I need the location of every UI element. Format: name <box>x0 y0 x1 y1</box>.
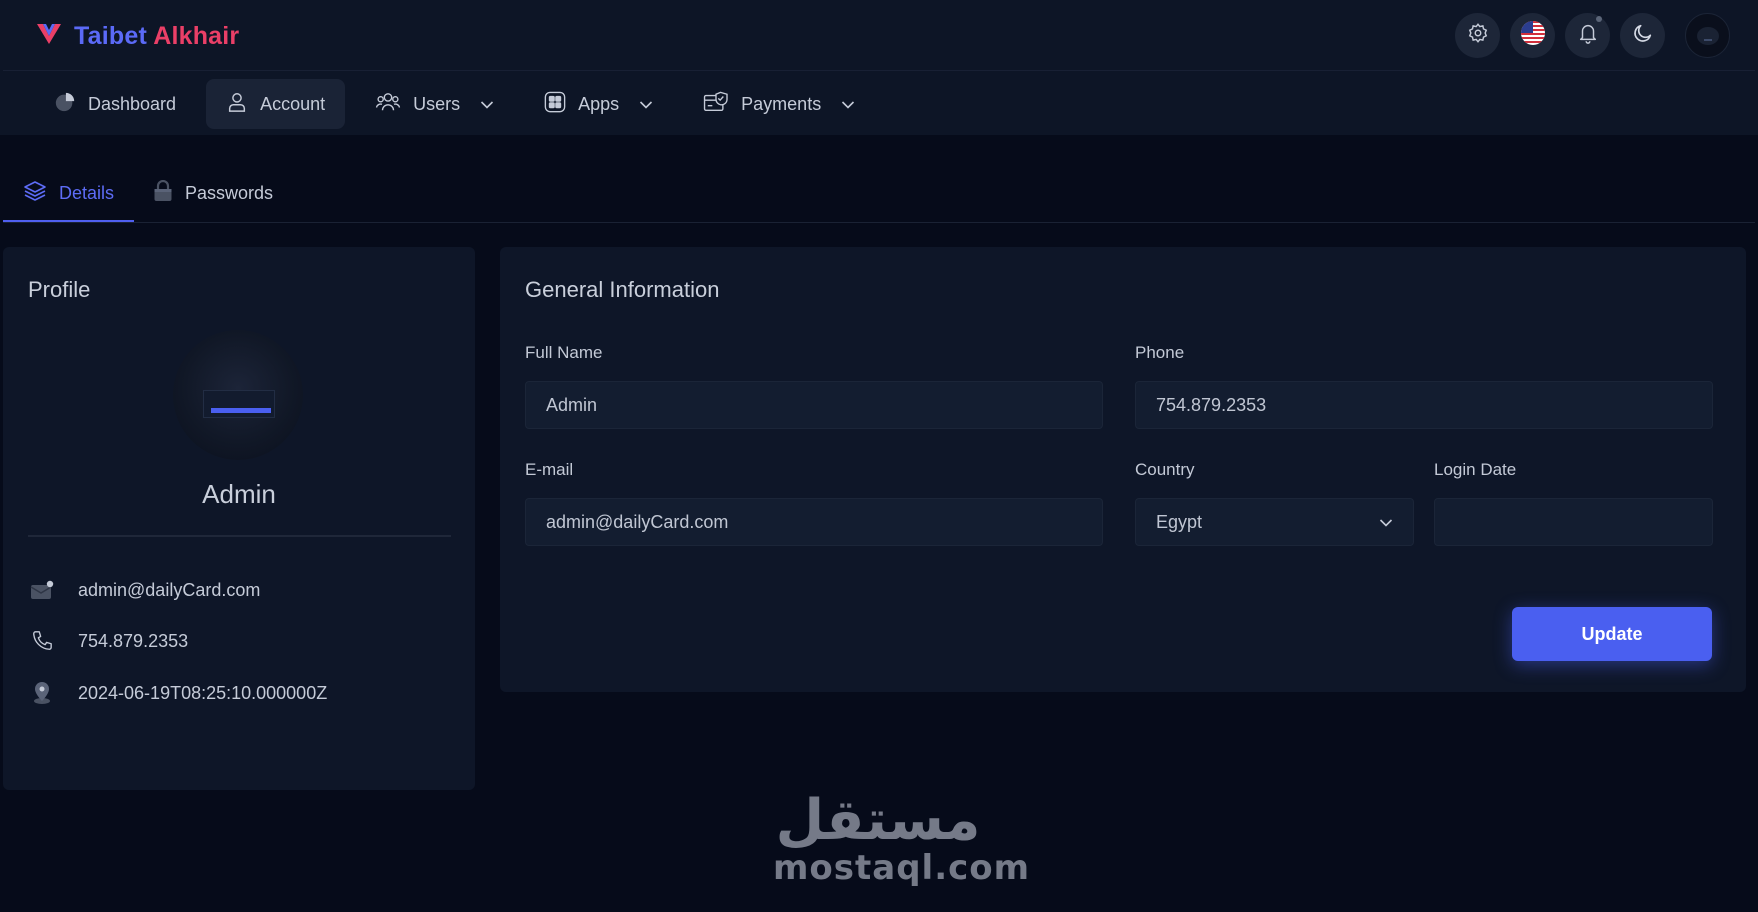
us-flag-icon <box>1520 20 1546 51</box>
nav-label: Users <box>413 93 461 114</box>
profile-card: Profile Admin admin@dailyCard.com 754.87… <box>3 247 475 790</box>
top-navbar: Taibet Alkhair Dashboard Account Users A… <box>0 0 1758 135</box>
lock-icon <box>153 179 173 207</box>
nav-label: Account <box>260 93 326 114</box>
layers-icon <box>23 180 47 207</box>
pie-chart-icon <box>54 91 76 118</box>
language-button[interactable] <box>1510 13 1555 58</box>
active-tab-indicator <box>3 220 134 222</box>
payment-check-icon <box>703 91 729 118</box>
nav-label: Dashboard <box>88 93 177 114</box>
phone-value: 754.879.2353 <box>1156 394 1267 415</box>
nav-item-dashboard[interactable]: Dashboard <box>34 79 196 129</box>
brand-name: Taibet Alkhair <box>74 22 239 51</box>
profile-card-title: Profile <box>28 277 91 302</box>
country-label: Country <box>1135 460 1195 479</box>
watermark-latin: mostaql.com <box>773 848 1031 888</box>
chevron-down-icon <box>480 94 494 115</box>
location-pin-icon <box>28 681 56 705</box>
country-select[interactable]: Egypt <box>1135 498 1414 546</box>
moon-icon <box>1632 22 1654 49</box>
full-name-label: Full Name <box>525 343 603 362</box>
full-name-input[interactable]: Admin <box>525 381 1103 429</box>
users-icon <box>375 91 401 118</box>
login-date-label: Login Date <box>1434 460 1517 479</box>
brand-name-part2: Alkhair <box>153 21 240 50</box>
gear-icon <box>1467 22 1489 49</box>
nav-label: Apps <box>578 93 620 114</box>
grid-icon <box>544 91 566 118</box>
brand-name-part1: Taibet <box>74 21 147 50</box>
profile-phone-row: 754.879.2353 <box>28 630 188 652</box>
nav-item-users[interactable]: Users <box>355 79 514 129</box>
full-name-value: Admin <box>546 394 598 415</box>
email-input[interactable]: admin@dailyCard.com <box>525 498 1103 546</box>
email-label: E-mail <box>525 460 574 479</box>
avatar-image-bar <box>211 408 271 413</box>
profile-name: Admin <box>202 479 276 509</box>
profile-email: admin@dailyCard.com <box>78 579 261 600</box>
mail-icon <box>28 579 56 601</box>
watermark: مستقل mostaql.com <box>773 788 1031 888</box>
avatar-image-screen <box>203 390 275 418</box>
profile-phone: 754.879.2353 <box>78 630 189 651</box>
general-card-title: General Information <box>525 277 720 302</box>
v-logo-icon <box>36 22 62 51</box>
profile-login-row: 2024-06-19T08:25:10.000000Z <box>28 681 327 705</box>
nav-label: Payments <box>741 93 822 114</box>
theme-toggle-button[interactable] <box>1620 13 1665 58</box>
chevron-down-icon <box>1379 512 1393 533</box>
bell-icon <box>1577 22 1599 49</box>
user-avatar[interactable] <box>1685 13 1730 58</box>
settings-button[interactable] <box>1455 13 1500 58</box>
email-value: admin@dailyCard.com <box>546 511 729 532</box>
phone-input[interactable]: 754.879.2353 <box>1135 381 1713 429</box>
phone-label: Phone <box>1135 343 1185 362</box>
nav-item-apps[interactable]: Apps <box>524 79 673 129</box>
chevron-down-icon <box>841 94 855 115</box>
account-tabs: Details Passwords <box>3 165 1755 223</box>
profile-email-row: admin@dailyCard.com <box>28 579 260 601</box>
profile-divider <box>28 535 451 537</box>
notifications-button[interactable] <box>1565 13 1610 58</box>
notification-dot <box>1596 16 1602 22</box>
top-actions <box>1455 13 1730 58</box>
nav-item-account[interactable]: Account <box>206 79 346 129</box>
user-icon <box>226 91 248 118</box>
general-information-card: General Information Full Name Admin Phon… <box>500 247 1746 692</box>
update-button[interactable]: Update <box>1512 607 1712 661</box>
brand-logo[interactable]: Taibet Alkhair <box>36 18 239 54</box>
tab-details[interactable]: Details <box>23 165 114 222</box>
phone-icon <box>28 630 56 652</box>
watermark-arabic: مستقل <box>775 788 981 853</box>
main-navigation: Dashboard Account Users Apps Payments <box>34 78 875 130</box>
navbar-divider <box>3 70 1755 71</box>
nav-item-payments[interactable]: Payments <box>683 79 875 129</box>
tab-passwords[interactable]: Passwords <box>153 165 273 222</box>
country-value: Egypt <box>1156 511 1203 532</box>
login-date-input[interactable] <box>1434 498 1713 546</box>
profile-avatar <box>173 330 303 460</box>
tab-label: Details <box>59 183 115 203</box>
profile-login-date: 2024-06-19T08:25:10.000000Z <box>78 682 328 703</box>
chevron-down-icon <box>639 94 653 115</box>
tab-label: Passwords <box>185 183 274 203</box>
